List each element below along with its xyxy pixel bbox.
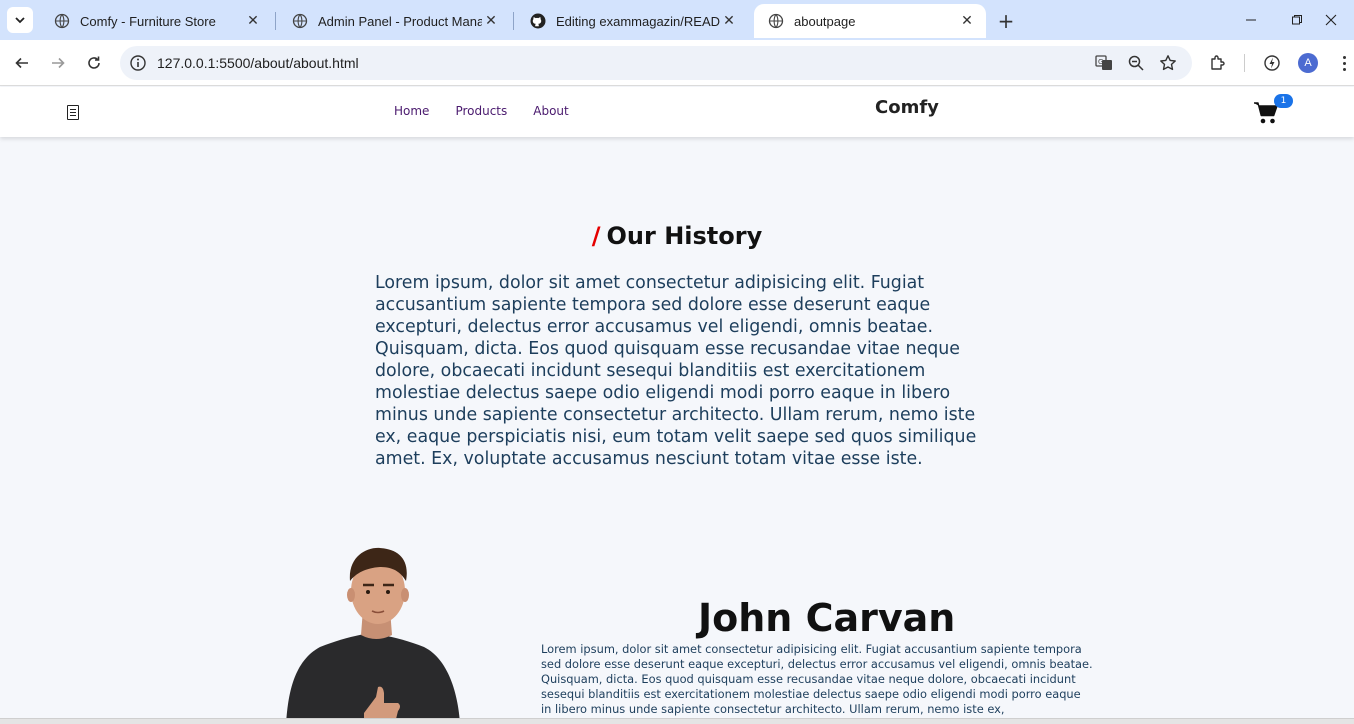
url-text[interactable]: 127.0.0.1:5500/about/about.html	[157, 55, 359, 71]
arrow-left-icon	[15, 57, 28, 69]
history-paragraph: Lorem ipsum, dolor sit amet consectetur …	[375, 273, 977, 469]
site-info-icon[interactable]	[129, 54, 147, 72]
restore-icon	[1292, 15, 1302, 25]
tab-admin-panel[interactable]: Admin Panel - Product Manage ✕	[278, 4, 510, 38]
plus-icon: +	[997, 9, 1015, 33]
person-name: John Carvan	[698, 596, 956, 640]
person-bio: Lorem ipsum, dolor sit amet consectetur …	[541, 642, 1093, 716]
minimize-button[interactable]	[1228, 0, 1274, 40]
globe-icon	[54, 13, 70, 29]
reload-button[interactable]	[82, 51, 106, 75]
reload-icon	[88, 56, 100, 69]
tab-title: Comfy - Furniture Store	[80, 13, 216, 29]
svg-text:G: G	[1098, 58, 1103, 66]
toolbar-divider	[1244, 54, 1245, 72]
tab-aboutpage[interactable]: aboutpage ✕	[754, 4, 986, 38]
close-icon	[1325, 14, 1337, 26]
new-tab-button[interactable]: +	[994, 9, 1018, 33]
close-icon[interactable]: ✕	[244, 12, 262, 30]
chevron-down-icon	[15, 17, 25, 24]
browser-toolbar: 127.0.0.1:5500/about/about.html G A	[0, 40, 1354, 86]
browser-tab-bar: Comfy - Furniture Store ✕ Admin Panel - …	[0, 0, 1354, 40]
tab-search-button[interactable]	[7, 7, 33, 33]
menu-icon[interactable]	[67, 105, 79, 120]
person-photo	[286, 547, 460, 724]
github-icon	[530, 13, 546, 29]
performance-button[interactable]	[1261, 52, 1283, 74]
back-button[interactable]	[10, 51, 34, 75]
globe-icon	[768, 13, 784, 29]
nav-link-home[interactable]: Home	[394, 104, 429, 118]
page-bottom-edge	[0, 718, 1354, 724]
tab-separator	[513, 12, 514, 30]
puzzle-icon	[1211, 55, 1225, 70]
tab-github-readme[interactable]: Editing exammagazin/README. ✕	[516, 4, 748, 38]
tab-separator	[275, 12, 276, 30]
tab-title: Editing exammagazin/README.	[556, 13, 720, 29]
arrow-right-icon	[52, 57, 65, 69]
tab-comfy-store[interactable]: Comfy - Furniture Store ✕	[40, 4, 272, 38]
history-heading: / Our History	[0, 222, 1354, 250]
address-bar[interactable]: 127.0.0.1:5500/about/about.html G	[120, 46, 1192, 80]
main-nav: Home Products About	[394, 104, 569, 118]
globe-icon	[292, 13, 308, 29]
star-icon[interactable]	[1159, 54, 1177, 72]
site-header: Home Products About Comfy 1	[0, 87, 1354, 137]
cart-count-badge: 1	[1274, 94, 1293, 108]
close-icon[interactable]: ✕	[720, 12, 738, 30]
close-window-button[interactable]	[1308, 0, 1354, 40]
speed-icon	[1264, 55, 1280, 71]
tab-title: aboutpage	[794, 13, 856, 29]
translate-icon[interactable]: G	[1095, 54, 1113, 72]
minimize-icon	[1246, 19, 1256, 21]
nav-link-products[interactable]: Products	[455, 104, 507, 118]
extensions-button[interactable]	[1207, 52, 1229, 74]
close-icon[interactable]: ✕	[958, 12, 976, 30]
nav-link-about[interactable]: About	[533, 104, 568, 118]
zoom-icon[interactable]	[1127, 54, 1145, 72]
profile-avatar[interactable]: A	[1298, 53, 1318, 73]
heading-slash: /	[591, 222, 601, 250]
close-icon[interactable]: ✕	[482, 12, 500, 30]
site-logo[interactable]: Comfy	[875, 97, 939, 118]
history-title-text: Our History	[606, 222, 763, 250]
forward-button[interactable]	[46, 51, 70, 75]
tab-title: Admin Panel - Product Manage	[318, 13, 482, 29]
browser-menu-button[interactable]	[1334, 52, 1354, 74]
